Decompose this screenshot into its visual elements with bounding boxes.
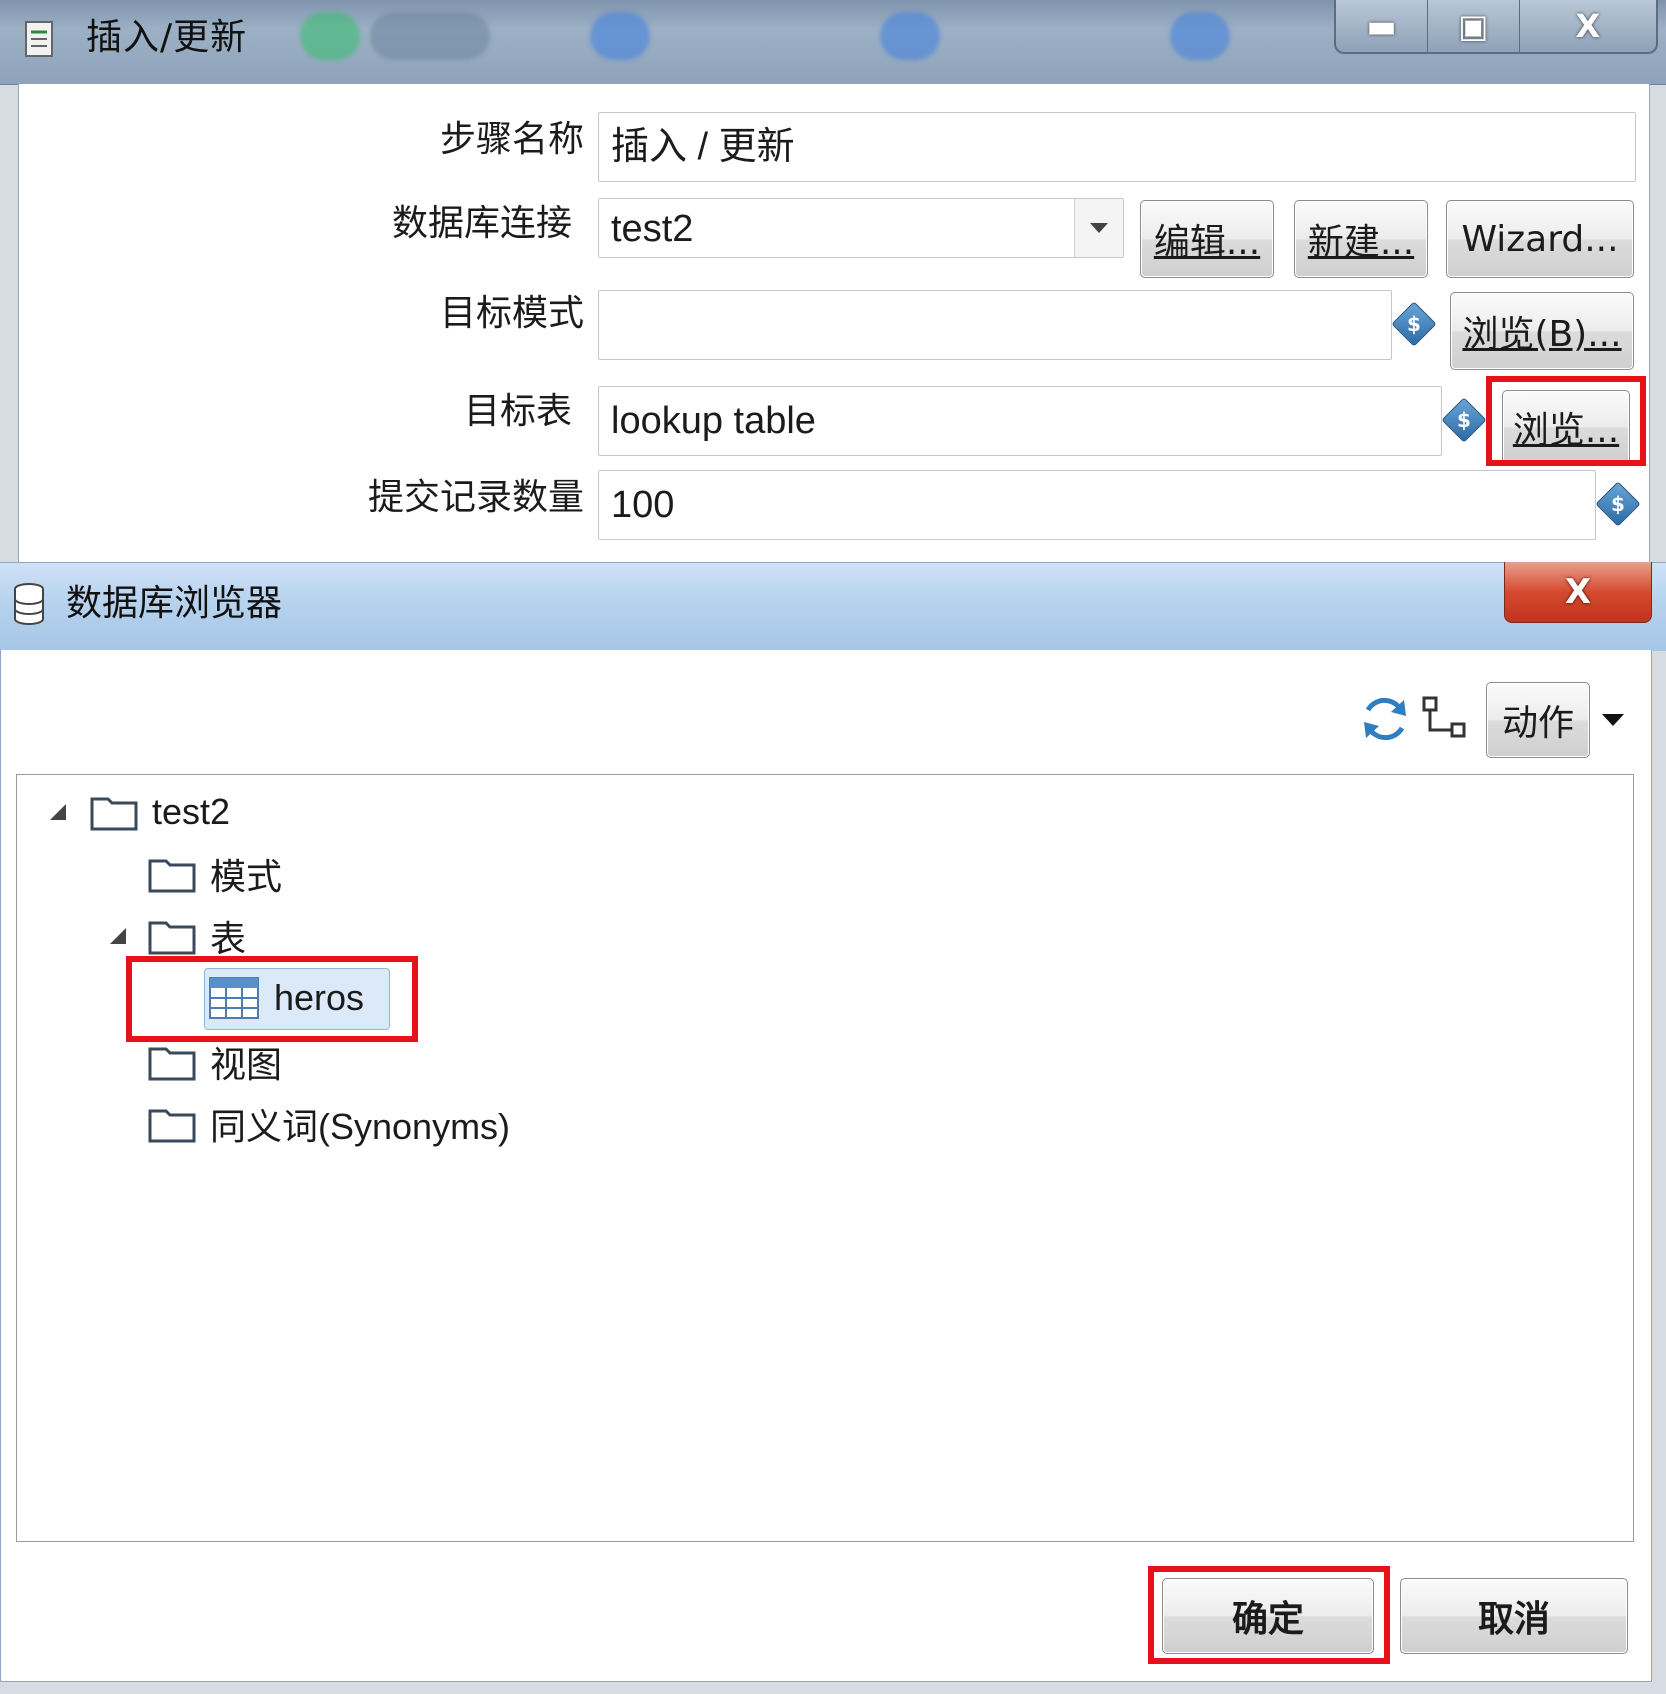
target-schema-label: 目标模式: [439, 293, 584, 334]
blurred-taskbar-icon: [590, 12, 650, 60]
target-schema-input[interactable]: [598, 290, 1392, 360]
browse-schema-button[interactable]: 浏览(B)...: [1450, 292, 1634, 370]
step-name-label: 步骤名称: [439, 119, 584, 160]
tree-node-schemas[interactable]: 模式: [148, 846, 282, 902]
maximize-button[interactable]: ▣: [1428, 0, 1520, 52]
db-connection-value: test2: [611, 208, 694, 250]
tree-node-views[interactable]: 视图: [148, 1034, 282, 1090]
database-icon: [14, 583, 44, 625]
target-table-label: 目标表: [463, 391, 572, 432]
chevron-down-icon[interactable]: [1074, 199, 1123, 257]
folder-icon: [148, 1109, 196, 1143]
db-browser-close-button[interactable]: X: [1504, 562, 1652, 623]
tree-node-synonyms[interactable]: 同义词(Synonyms): [148, 1096, 510, 1152]
expand-icon[interactable]: [110, 928, 126, 944]
close-button[interactable]: X: [1520, 0, 1656, 52]
tree-node-test2[interactable]: test2: [50, 784, 230, 840]
folder-icon: [148, 921, 196, 955]
window-title: 插入/更新: [86, 17, 248, 58]
commit-size-input[interactable]: 100: [598, 470, 1596, 540]
folder-icon: [148, 859, 196, 893]
db-browser-title: 数据库浏览器: [66, 583, 283, 624]
minimize-button[interactable]: ▬: [1336, 0, 1428, 52]
highlight-ok: [1148, 1566, 1390, 1664]
new-connection-button[interactable]: 新建...: [1294, 200, 1428, 278]
blurred-taskbar-icon: [880, 12, 940, 60]
blurred-taskbar-text: [370, 12, 490, 60]
refresh-icon[interactable]: [1358, 692, 1412, 746]
expand-icon[interactable]: [50, 804, 66, 820]
db-connection-select[interactable]: test2: [598, 198, 1124, 258]
blurred-taskbar-icon: [1170, 12, 1230, 60]
edit-connection-button[interactable]: 编辑...: [1140, 200, 1274, 278]
tree-node-label: 同义词(Synonyms): [210, 1106, 511, 1147]
tree-node-label: test2: [152, 791, 231, 832]
action-button[interactable]: 动作: [1486, 682, 1590, 758]
hierarchy-icon[interactable]: [1420, 694, 1470, 744]
wizard-button[interactable]: Wizard...: [1446, 200, 1634, 278]
db-connection-label: 数据库连接: [391, 203, 572, 244]
blurred-taskbar-icon: [300, 12, 360, 60]
cancel-button[interactable]: 取消: [1400, 1578, 1628, 1654]
target-table-input[interactable]: lookup table: [598, 386, 1442, 456]
commit-size-label: 提交记录数量: [367, 477, 584, 518]
folder-icon: [148, 1047, 196, 1081]
highlight-heros: [126, 956, 418, 1042]
action-dropdown-icon[interactable]: [1602, 714, 1624, 726]
folder-icon: [90, 797, 138, 831]
tree-node-label: 表: [210, 918, 247, 959]
tree-node-label: 模式: [210, 856, 283, 897]
highlight-browse-table: [1486, 376, 1646, 466]
tree-node-label: 视图: [210, 1044, 283, 1085]
window-controls: ▬ ▣ X: [1334, 0, 1658, 54]
app-icon: [25, 21, 53, 57]
step-name-input[interactable]: 插入 / 更新: [598, 112, 1636, 182]
